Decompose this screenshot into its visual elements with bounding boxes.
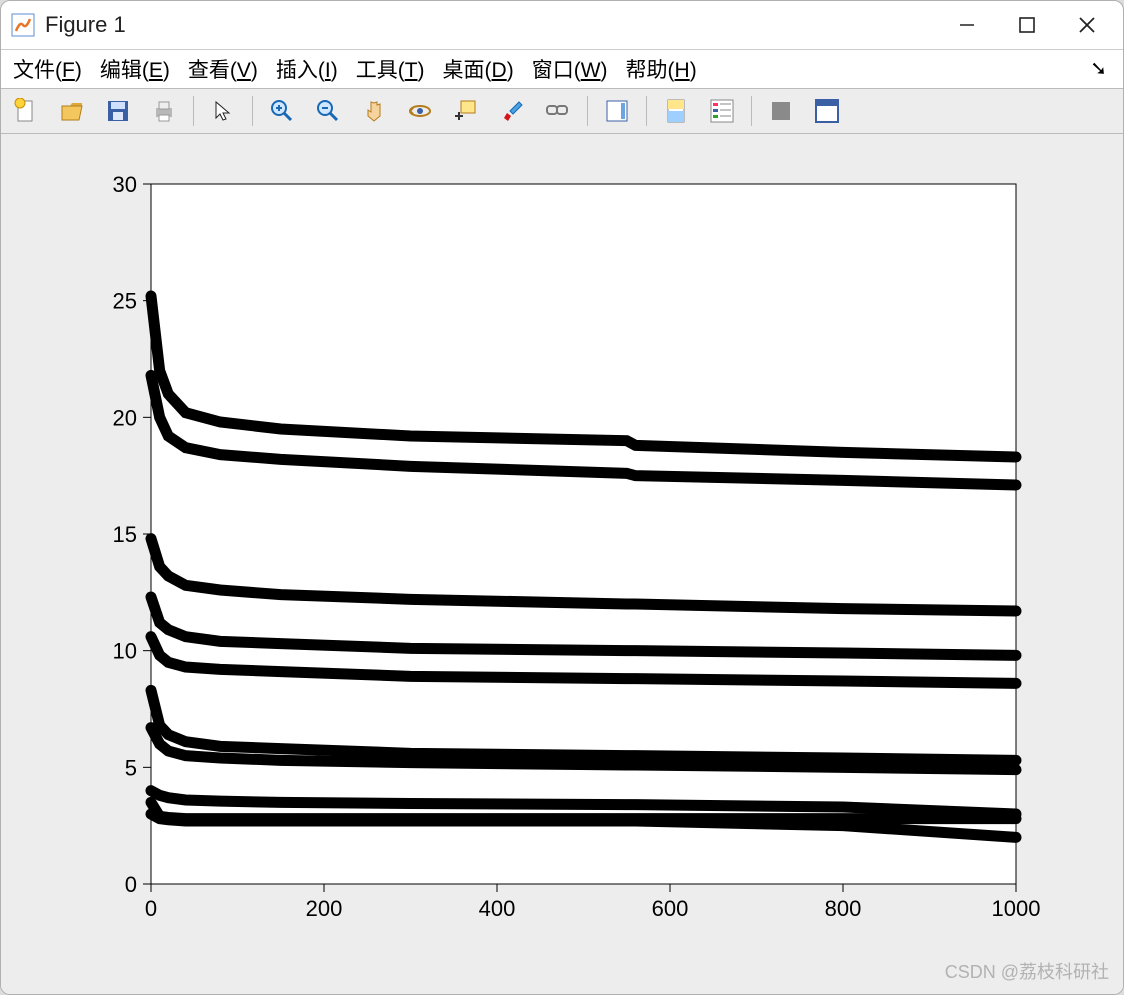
menu-desktop[interactable]: 桌面(D) (443, 54, 514, 84)
x-tick-label: 800 (825, 896, 862, 921)
window-title: Figure 1 (45, 12, 937, 38)
x-tick-label: 1000 (992, 896, 1041, 921)
hide-plot-button[interactable] (762, 92, 800, 130)
open-button[interactable] (53, 92, 91, 130)
colorbar-button[interactable] (598, 92, 636, 130)
link-button[interactable] (539, 92, 577, 130)
y-tick-label: 20 (113, 405, 137, 430)
x-tick-label: 0 (145, 896, 157, 921)
save-button[interactable] (99, 92, 137, 130)
toolbar (1, 89, 1123, 134)
close-button[interactable] (1057, 5, 1117, 45)
x-tick-label: 600 (652, 896, 689, 921)
figure-canvas[interactable]: 0 200 400 600 800 1000 0 5 10 15 20 25 30 CSDN @荔枝科研… (1, 134, 1123, 994)
menu-insert[interactable]: 插入(I) (276, 54, 338, 84)
y-tick-label: 25 (113, 289, 137, 314)
zoom-out-button[interactable] (309, 92, 347, 130)
y-tick-label: 15 (113, 522, 137, 547)
data-cursor-button[interactable] (447, 92, 485, 130)
y-tick-label: 0 (125, 872, 137, 897)
dock-button[interactable] (808, 92, 846, 130)
print-button[interactable] (145, 92, 183, 130)
legend-on-button[interactable] (657, 92, 695, 130)
matlab-icon (11, 13, 35, 37)
new-button[interactable] (7, 92, 45, 130)
pan-button[interactable] (355, 92, 393, 130)
legend-button[interactable] (703, 92, 741, 130)
figure-window: Figure 1 文件(F) 编辑(E) 查看(V) 插入(I) 工具(T) 桌… (0, 0, 1124, 995)
menu-window[interactable]: 窗口(W) (532, 54, 608, 84)
rotate3d-button[interactable] (401, 92, 439, 130)
menu-view[interactable]: 查看(V) (188, 54, 258, 84)
minimize-button[interactable] (937, 5, 997, 45)
menu-edit[interactable]: 编辑(E) (100, 54, 170, 84)
titlebar: Figure 1 (1, 1, 1123, 50)
brush-button[interactable] (493, 92, 531, 130)
zoom-in-button[interactable] (263, 92, 301, 130)
pointer-button[interactable] (204, 92, 242, 130)
x-tick-label: 400 (479, 896, 516, 921)
menu-tools[interactable]: 工具(T) (356, 54, 425, 84)
y-tick-label: 10 (113, 639, 137, 664)
menu-help[interactable]: 帮助(H) (626, 54, 697, 84)
watermark: CSDN @荔枝科研社 (945, 958, 1109, 984)
menu-file[interactable]: 文件(F) (13, 54, 82, 84)
y-tick-label: 30 (113, 172, 137, 197)
y-tick-label: 5 (125, 755, 137, 780)
menu-overflow-icon[interactable]: ➘ (1090, 56, 1107, 81)
axes[interactable]: 0 200 400 600 800 1000 0 5 10 15 20 25 30 (1, 134, 1124, 989)
x-tick-label: 200 (306, 896, 343, 921)
menubar: 文件(F) 编辑(E) 查看(V) 插入(I) 工具(T) 桌面(D) 窗口(W… (1, 50, 1123, 89)
maximize-button[interactable] (997, 5, 1057, 45)
